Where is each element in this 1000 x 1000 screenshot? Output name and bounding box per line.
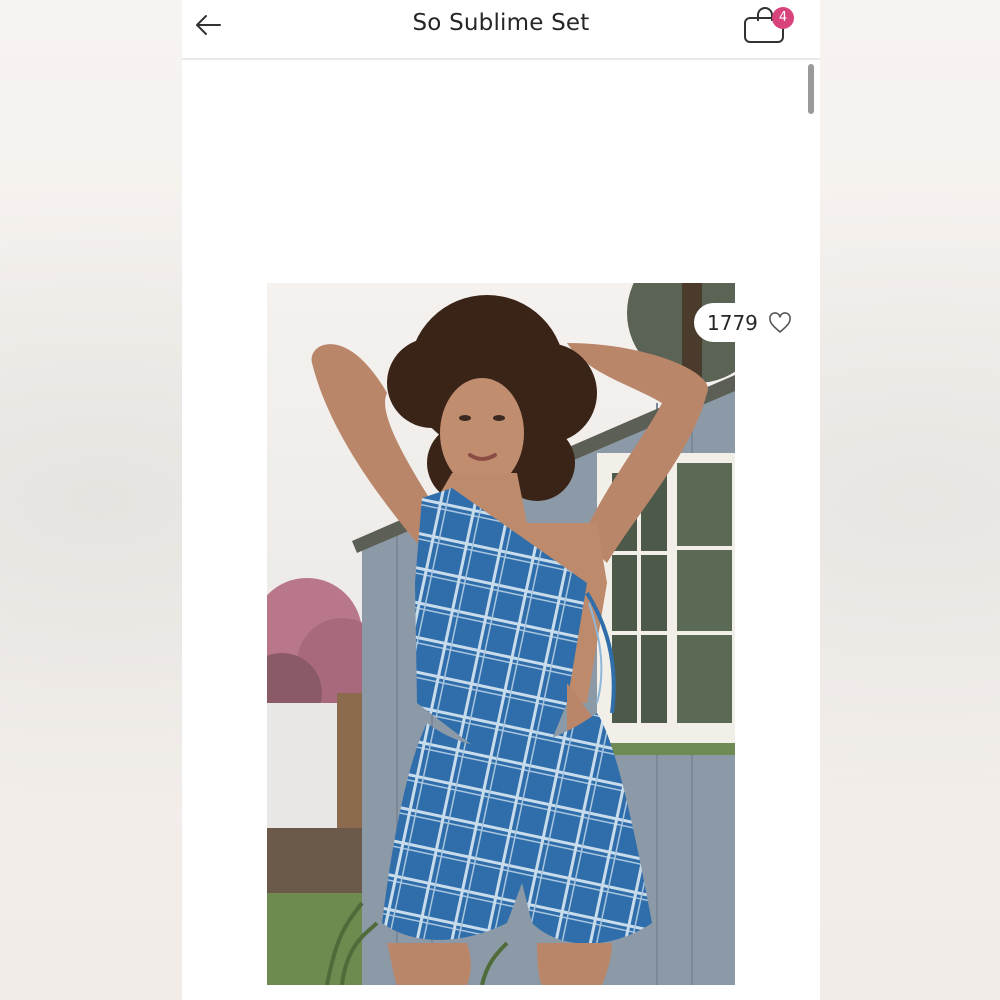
likes-count: 1779	[707, 310, 758, 335]
heart-outline-icon	[768, 311, 792, 334]
cart-count-badge: 4	[772, 7, 794, 29]
scrollbar[interactable]	[808, 64, 814, 114]
product-image[interactable]	[267, 283, 735, 985]
page-title: So Sublime Set	[412, 10, 590, 36]
top-navigation-bar: So Sublime Set 4	[182, 0, 820, 60]
cart-button[interactable]: 4	[742, 4, 798, 48]
app-screen: So Sublime Set 4 1779	[182, 0, 820, 1000]
like-button[interactable]: 1779	[694, 303, 802, 342]
